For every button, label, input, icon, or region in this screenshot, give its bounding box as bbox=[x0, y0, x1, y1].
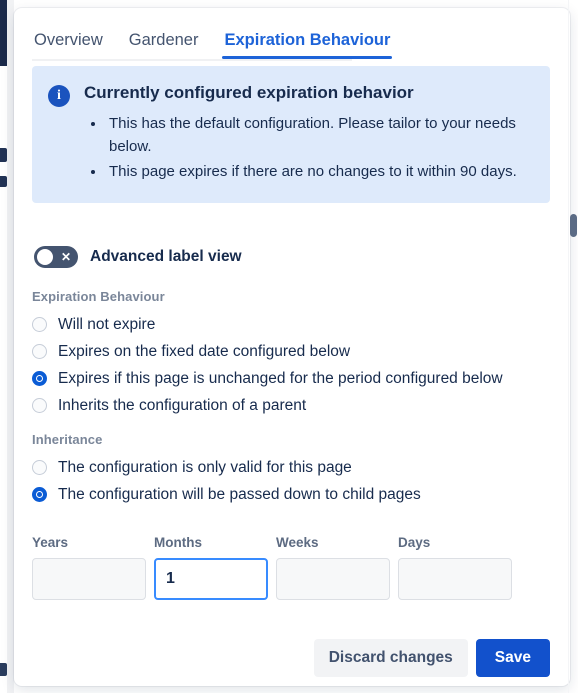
advanced-label-view-row: ✕ Advanced label view bbox=[34, 246, 242, 268]
radio-icon bbox=[32, 344, 47, 359]
tab-gardener[interactable]: Gardener bbox=[127, 30, 201, 59]
info-icon: i bbox=[48, 85, 70, 107]
radio-icon bbox=[32, 460, 47, 475]
info-banner-body: Currently configured expiration behavior… bbox=[84, 82, 534, 185]
tab-overview[interactable]: Overview bbox=[32, 30, 105, 59]
info-banner-list: This has the default configuration. Plea… bbox=[84, 112, 534, 183]
radio-option-page-only[interactable]: The configuration is only valid for this… bbox=[32, 454, 421, 481]
info-banner-title: Currently configured expiration behavior bbox=[84, 83, 414, 102]
page-root: Overview Gardener Expiration Behaviour i… bbox=[0, 0, 578, 693]
expiration-behaviour-radio-group: Will not expire Expires on the fixed dat… bbox=[32, 311, 503, 419]
clipped-background-text bbox=[0, 176, 7, 187]
app-sidebar-edge bbox=[0, 0, 7, 66]
radio-option-fixed-date[interactable]: Expires on the fixed date configured bel… bbox=[32, 338, 503, 365]
dialog-footer: Discard changes Save bbox=[313, 639, 550, 677]
radio-label: Will not expire bbox=[58, 315, 156, 333]
clipped-background-text bbox=[0, 663, 7, 676]
radio-label: Expires if this page is unchanged for th… bbox=[58, 369, 503, 387]
clipped-background-text bbox=[0, 148, 7, 162]
tab-expiration-behaviour-label: Expiration Behaviour bbox=[224, 31, 391, 49]
card-right-edge bbox=[568, 0, 569, 693]
advanced-label-view-toggle[interactable]: ✕ bbox=[34, 246, 78, 268]
radio-label: Inherits the configuration of a parent bbox=[58, 396, 307, 414]
radio-label: Expires on the fixed date configured bel… bbox=[58, 342, 351, 360]
radio-icon bbox=[32, 398, 47, 413]
inheritance-group-label: Inheritance bbox=[32, 432, 103, 447]
duration-field-weeks: Weeks bbox=[276, 535, 390, 600]
radio-icon bbox=[32, 317, 47, 332]
radio-option-pass-to-children[interactable]: The configuration will be passed down to… bbox=[32, 481, 421, 508]
tab-overview-label: Overview bbox=[34, 31, 103, 49]
info-banner: i Currently configured expiration behavi… bbox=[32, 66, 550, 203]
toggle-knob bbox=[37, 249, 53, 265]
radio-icon-selected bbox=[32, 371, 47, 386]
list-item: This has the default configuration. Plea… bbox=[106, 112, 534, 158]
duration-label-weeks: Weeks bbox=[276, 535, 319, 550]
years-input[interactable] bbox=[32, 558, 146, 600]
radio-option-unchanged-period[interactable]: Expires if this page is unchanged for th… bbox=[32, 365, 503, 392]
duration-field-months: Months bbox=[154, 535, 268, 600]
close-icon: ✕ bbox=[60, 250, 71, 264]
tab-underline-rule bbox=[32, 59, 352, 61]
tab-gardener-label: Gardener bbox=[128, 31, 199, 49]
list-item: This page expires if there are no change… bbox=[106, 160, 534, 183]
expiration-settings-dialog: Overview Gardener Expiration Behaviour i… bbox=[14, 8, 570, 686]
discard-changes-button[interactable]: Discard changes bbox=[313, 639, 468, 677]
scrollbar-track[interactable] bbox=[570, 0, 578, 693]
duration-fields: Years Months Weeks Days bbox=[32, 535, 512, 600]
radio-label: The configuration is only valid for this… bbox=[58, 458, 352, 476]
tab-bar: Overview Gardener Expiration Behaviour bbox=[32, 30, 393, 59]
months-input[interactable] bbox=[154, 558, 268, 600]
radio-icon-selected bbox=[32, 487, 47, 502]
duration-field-years: Years bbox=[32, 535, 146, 600]
advanced-label-view-label: Advanced label view bbox=[90, 248, 242, 265]
duration-label-months: Months bbox=[154, 535, 202, 550]
expiration-behaviour-group-label: Expiration Behaviour bbox=[32, 289, 165, 304]
duration-field-days: Days bbox=[398, 535, 512, 600]
duration-label-years: Years bbox=[32, 535, 69, 550]
weeks-input[interactable] bbox=[276, 558, 390, 600]
scrollbar-thumb[interactable] bbox=[570, 214, 577, 237]
tab-expiration-behaviour[interactable]: Expiration Behaviour bbox=[222, 30, 393, 59]
page-background-gutter bbox=[7, 0, 14, 693]
inheritance-radio-group: The configuration is only valid for this… bbox=[32, 454, 421, 508]
days-input[interactable] bbox=[398, 558, 512, 600]
radio-label: The configuration will be passed down to… bbox=[58, 485, 421, 503]
radio-option-will-not-expire[interactable]: Will not expire bbox=[32, 311, 503, 338]
save-button[interactable]: Save bbox=[475, 639, 550, 677]
duration-label-days: Days bbox=[398, 535, 431, 550]
radio-option-inherit-parent[interactable]: Inherits the configuration of a parent bbox=[32, 392, 503, 419]
